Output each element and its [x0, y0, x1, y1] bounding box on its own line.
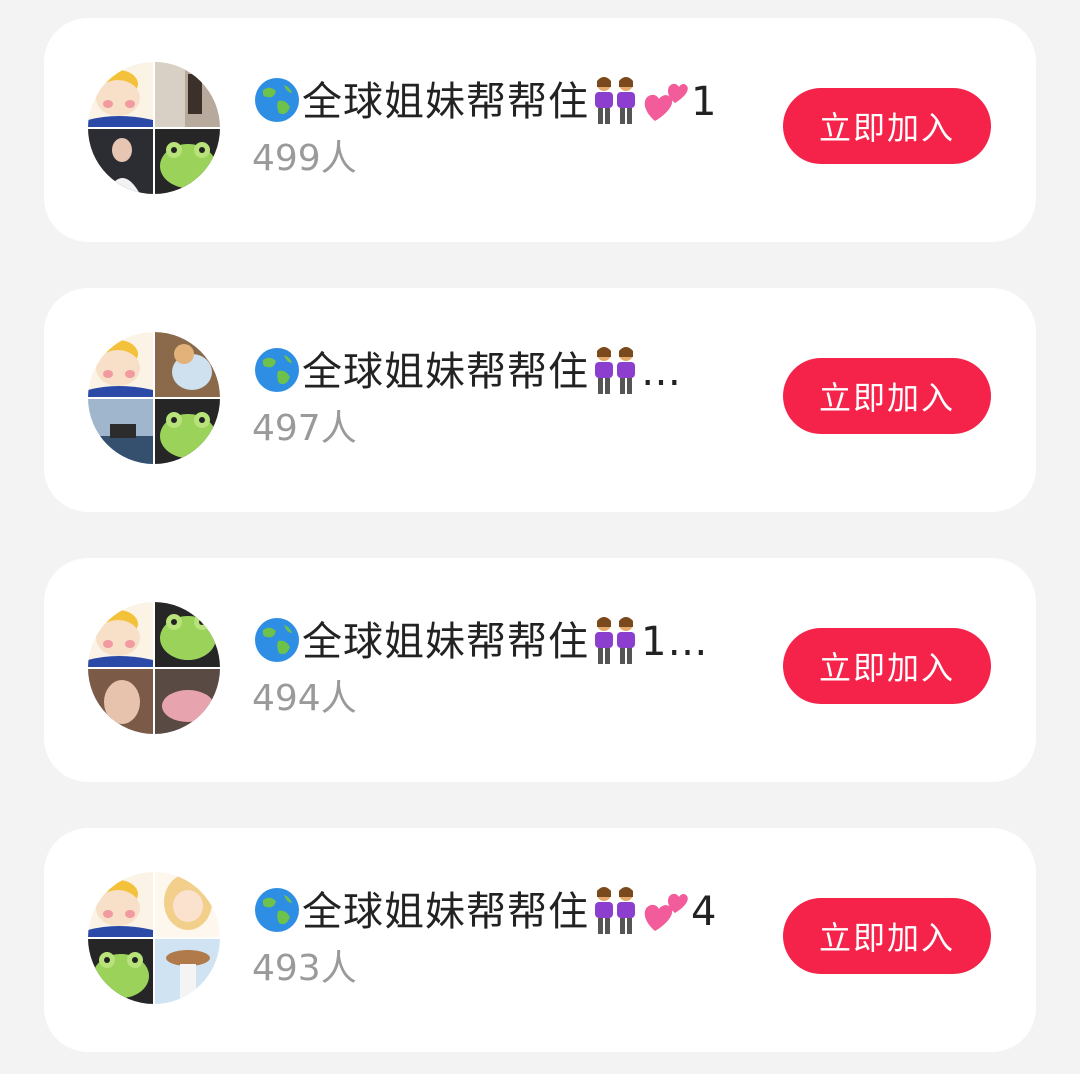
two-women-icon [589, 345, 641, 399]
group-info: 全球姐妹帮帮住 … 497人 [252, 342, 772, 454]
group-name-suffix: 1… [641, 619, 709, 665]
group-card[interactable]: 全球姐妹帮帮住 … 497人 立即加入 [44, 288, 1036, 512]
member-count: 499人 [252, 138, 357, 179]
group-avatar[interactable] [88, 332, 220, 464]
group-name-text: 全球姐妹帮帮住 [302, 619, 589, 665]
group-name-text: 全球姐妹帮帮住 [302, 889, 589, 935]
avatar-tile-photo [88, 399, 153, 464]
avatar-tile-photo [155, 62, 220, 127]
group-info: 全球姐妹帮帮住 1 499人 [252, 72, 772, 184]
two-women-icon [589, 75, 641, 129]
group-name-text: 全球姐妹帮帮住 [302, 79, 589, 125]
avatar-tile-frog [155, 399, 220, 464]
avatar-tile-photo [155, 669, 220, 734]
group-card[interactable]: 全球姐妹帮帮住 1 499人 立即加入 [44, 18, 1036, 242]
group-avatar[interactable] [88, 602, 220, 734]
member-count: 497人 [252, 408, 357, 449]
avatar-tile-frog [88, 939, 153, 1004]
join-button[interactable]: 立即加入 [783, 358, 991, 434]
avatar-tile-cartoon [88, 602, 153, 667]
group-name-suffix: 4 [691, 889, 718, 935]
group-card[interactable]: 全球姐妹帮帮住 4 493人 立即加入 [44, 828, 1036, 1052]
join-button[interactable]: 立即加入 [783, 88, 991, 164]
group-name: 全球姐妹帮帮住 … [252, 342, 772, 402]
globe-icon [252, 345, 302, 399]
avatar-tile-cartoon [88, 62, 153, 127]
member-count: 493人 [252, 948, 357, 989]
avatar-tile-cartoon [88, 872, 153, 937]
group-info: 全球姐妹帮帮住 4 493人 [252, 882, 772, 994]
group-name-suffix: 1 [691, 79, 718, 125]
avatar-tile-photo [88, 669, 153, 734]
avatar-tile-cartoon [88, 332, 153, 397]
avatar-tile-frog [155, 602, 220, 667]
two-women-icon [589, 615, 641, 669]
group-info: 全球姐妹帮帮住 1… 494人 [252, 612, 772, 724]
group-avatar[interactable] [88, 872, 220, 1004]
globe-icon [252, 885, 302, 939]
globe-icon [252, 615, 302, 669]
join-button[interactable]: 立即加入 [783, 628, 991, 704]
group-card[interactable]: 全球姐妹帮帮住 1… 494人 立即加入 [44, 558, 1036, 782]
member-count: 494人 [252, 678, 357, 719]
avatar-tile-photo [88, 129, 153, 194]
avatar-tile-frog [155, 129, 220, 194]
globe-icon [252, 75, 302, 129]
two-hearts-icon [641, 885, 691, 939]
two-women-icon [589, 885, 641, 939]
group-name: 全球姐妹帮帮住 1… [252, 612, 772, 672]
group-name-text: 全球姐妹帮帮住 [302, 349, 589, 395]
group-name: 全球姐妹帮帮住 1 [252, 72, 772, 132]
avatar-tile-toy [155, 332, 220, 397]
group-avatar[interactable] [88, 62, 220, 194]
group-name: 全球姐妹帮帮住 4 [252, 882, 772, 942]
join-button[interactable]: 立即加入 [783, 898, 991, 974]
two-hearts-icon [641, 75, 691, 129]
avatar-tile-photo [155, 939, 220, 1004]
group-name-suffix: … [641, 349, 682, 395]
avatar-tile-anime-girl [155, 872, 220, 937]
